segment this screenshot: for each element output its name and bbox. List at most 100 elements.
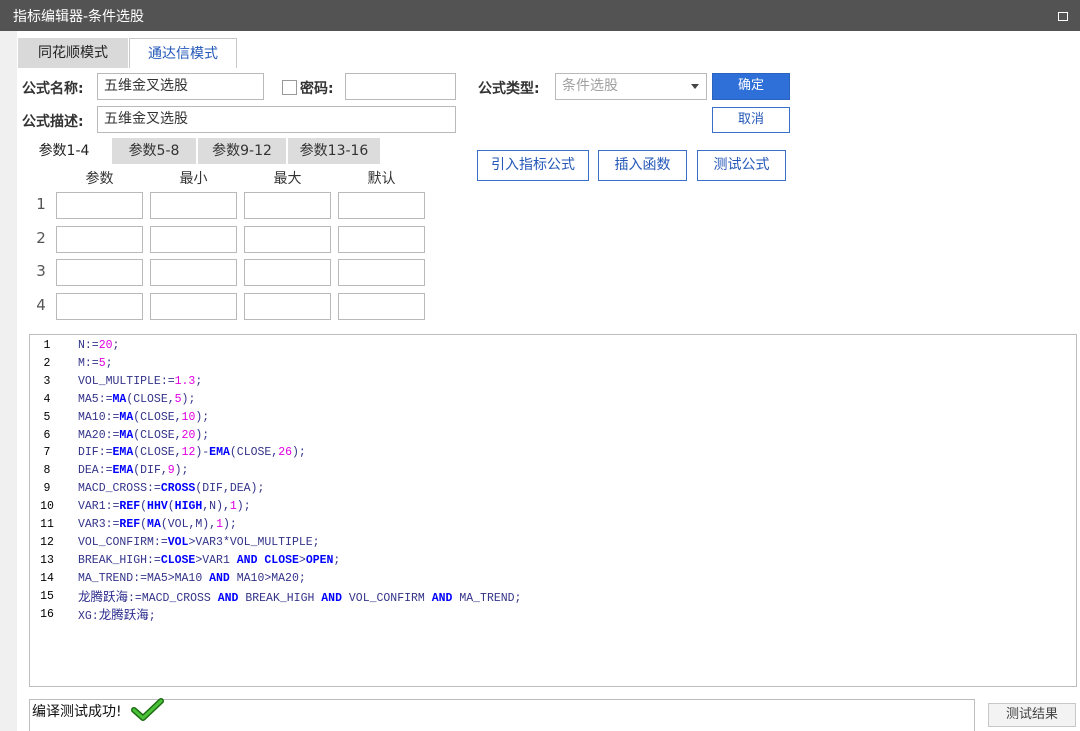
code-token: ,N), [202,500,230,514]
code-text: N:=20; [78,337,119,355]
formula-name-label: 公式名称: [22,81,84,97]
param-default-input[interactable] [338,259,425,286]
code-token: MA10>MA20; [229,571,306,585]
code-line: 10 VAR1:=REF(HHV(HIGH,N),1); [30,498,251,516]
test-formula-button[interactable]: 测试公式 [697,150,786,181]
code-token: VOL [167,535,189,549]
code-line: 7 DIF:=EMA(CLOSE,12)-EMA(CLOSE,26); [30,444,306,462]
line-number: 15 [40,589,54,603]
code-token: XG: [78,609,99,623]
code-line: 16 XG:龙腾跃海; [30,606,156,624]
code-line: 13 BREAK_HIGH:=CLOSE>VAR1 AND CLOSE>OPEN; [30,552,340,570]
param-row-number: 1 [36,195,46,213]
code-token: 10 [181,410,196,424]
param-name-input[interactable] [56,192,143,219]
code-token: VAR3:= [78,518,120,531]
param-header-max: 最大 [273,171,302,187]
param-default-input[interactable] [338,225,425,253]
code-token: ); [181,392,196,406]
formula-type-select[interactable]: 条件选股 [555,73,707,100]
confirm-button[interactable]: 确定 [712,73,790,100]
tab-params-5-8[interactable]: 参数5-8 [112,138,196,164]
code-token: MACD_CROSS:= [78,482,161,496]
code-token: MA20:= [78,428,120,442]
code-editor[interactable]: 1 N:=20; 2 M:=5; 3 VOL_MULTIPLE:=1.3; 4 MA5:=MA… [29,334,1077,687]
code-token: 龙腾跃海 [78,588,129,604]
code-token: 1 [216,518,223,531]
param-max-input[interactable] [244,225,331,253]
line-number: 12 [40,535,54,549]
insert-function-button[interactable]: 插入函数 [598,150,687,181]
code-text: DIF:=EMA(CLOSE,12)-EMA(CLOSE,26); [78,444,306,462]
code-token: AND [321,591,342,605]
code-line: 9 MACD_CROSS:=CROSS(DIF,DEA); [30,480,265,498]
param-max-input[interactable] [244,259,331,286]
test-result-button[interactable]: 测试结果 [988,703,1076,727]
code-token: M:= [78,356,99,370]
password-label: 密码: [300,81,334,97]
code-text: BREAK_HIGH:=CLOSE>VAR1 AND CLOSE>OPEN; [78,552,340,570]
code-token: REF [119,500,141,514]
code-token: 5 [98,356,106,370]
line-number: 14 [40,571,54,585]
code-token: 26 [278,446,293,460]
code-token: ); [236,500,251,514]
code-token: (CLOSE, [133,410,182,424]
password-checkbox[interactable] [282,80,297,95]
formula-type-value: 条件选股 [562,78,618,94]
code-token: >VAR1 [195,553,237,567]
code-line: 3 VOL_MULTIPLE:=1.3; [30,373,203,391]
code-text: M:=5; [78,355,113,373]
param-min-input[interactable] [150,192,237,219]
code-token: (VOL,M), [160,518,217,531]
code-line: 5 MA10:=MA(CLOSE,10); [30,409,210,427]
formula-type-label: 公式类型: [478,81,540,97]
param-min-input[interactable] [150,292,237,320]
param-max-input[interactable] [244,192,331,219]
code-token: :=MACD_CROSS [128,591,218,605]
param-min-input[interactable] [150,259,237,286]
formula-name-input[interactable]: 五维金叉选股 [97,73,264,100]
code-token: BREAK_HIGH [238,591,322,605]
code-token: ; [195,374,203,388]
code-token: MA [119,410,134,424]
code-token: > [298,553,306,567]
tab-tonghuashun-mode[interactable]: 同花顺模式 [18,38,128,68]
formula-desc-input[interactable]: 五维金叉选股 [97,106,456,133]
param-min-input[interactable] [150,225,237,253]
line-number: 9 [43,482,51,496]
code-token: HHV [147,500,168,514]
tab-params-13-16[interactable]: 参数13-16 [288,138,380,164]
code-token: VAR1:= [78,500,120,514]
code-token: AND [209,571,230,585]
line-number: 7 [43,446,51,460]
tab-tongdaxin-mode[interactable]: 通达信模式 [129,38,237,68]
line-number: 3 [43,374,51,388]
import-formula-button[interactable]: 引入指标公式 [477,150,589,181]
line-number: 6 [43,428,51,442]
tab-params-9-12[interactable]: 参数9-12 [198,138,286,164]
tab-params-1-4[interactable]: 参数1-4 [18,138,110,164]
cancel-button[interactable]: 取消 [712,107,790,133]
param-name-input[interactable] [56,225,143,253]
code-token: (CLOSE, [126,392,175,406]
code-token: ); [292,446,306,460]
param-max-input[interactable] [244,292,331,320]
maximize-icon[interactable] [1058,12,1068,21]
param-default-input[interactable] [338,292,425,320]
code-token: DIF:= [78,446,113,460]
password-input[interactable] [345,73,456,100]
param-name-input[interactable] [56,292,143,320]
param-name-input[interactable] [56,259,143,286]
param-default-input[interactable] [338,192,425,219]
code-line: 8 DEA:=EMA(DIF,9); [30,462,189,480]
code-token: AND [217,591,239,605]
code-line: 14 MA_TREND:=MA5>MA10 AND MA10>MA20; [30,570,306,588]
param-header-name: 参数 [85,171,114,187]
code-text: MACD_CROSS:=CROSS(DIF,DEA); [78,480,264,498]
line-number: 1 [43,339,51,352]
code-token: 20 [98,339,113,352]
compile-status-bar: 编译测试成功! [29,698,975,731]
code-token: ; [105,356,113,370]
code-text: MA_TREND:=MA5>MA10 AND MA10>MA20; [78,570,306,588]
